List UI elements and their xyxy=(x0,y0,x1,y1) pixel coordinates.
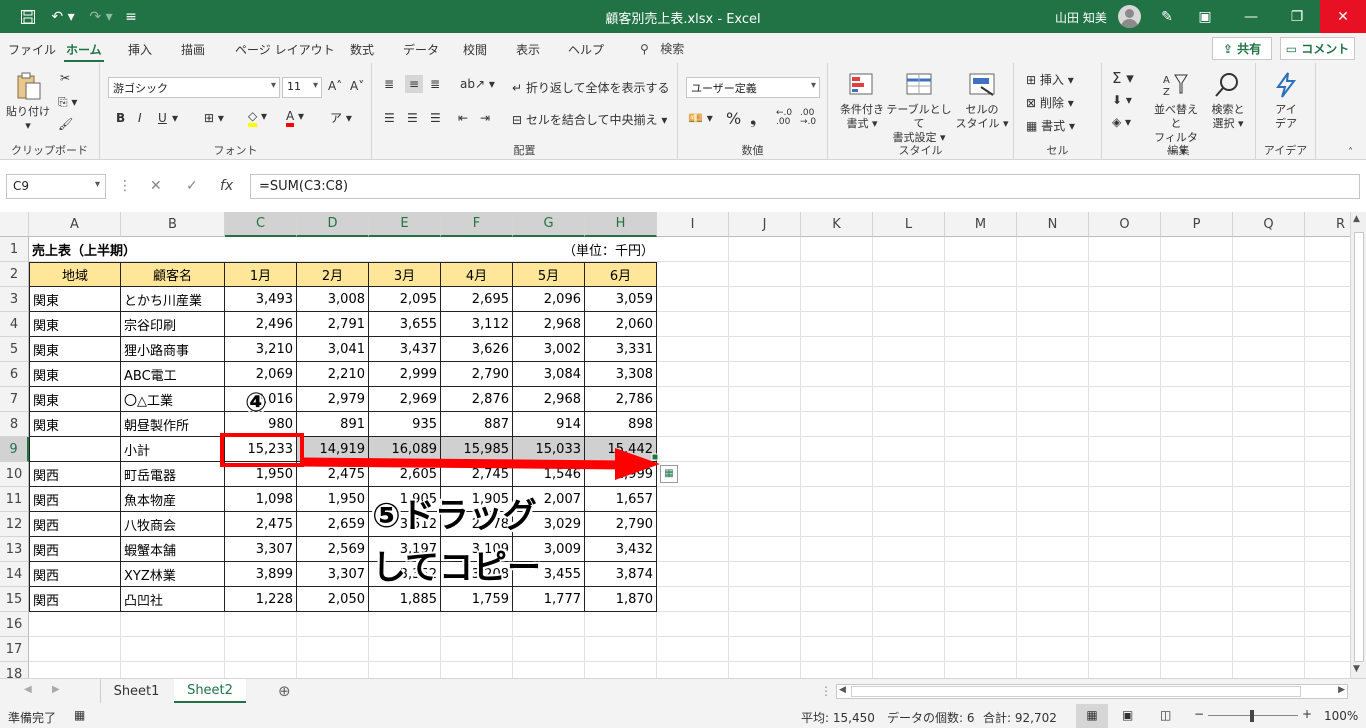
scroll-left-icon[interactable]: ◀ xyxy=(839,685,846,695)
autofill-options-icon[interactable]: ▦ xyxy=(660,465,678,483)
drag-arrow-shaft xyxy=(301,457,626,470)
step4-annotation: ④ xyxy=(245,388,268,418)
macro-record-icon[interactable]: ▦ xyxy=(74,708,85,722)
sum-status: 合計: 92,702 xyxy=(983,711,1057,725)
zoom-in-icon[interactable]: + xyxy=(1302,707,1312,721)
page-break-view-icon[interactable]: ◫ xyxy=(1160,708,1171,722)
ready-status: 準備完了 xyxy=(8,711,57,725)
zoom-slider-thumb[interactable] xyxy=(1250,710,1254,722)
tab-split-handle[interactable]: ⋮ xyxy=(820,684,832,698)
next-sheet-icon[interactable]: ▶ xyxy=(52,684,60,695)
sheet-tab-sheet1[interactable]: Sheet1 xyxy=(100,679,172,703)
prev-sheet-icon[interactable]: ◀ xyxy=(24,684,32,695)
status-bar: 準備完了 ▦ 平均: 15,450 データの個数: 6 合計: 92,702 ▦… xyxy=(0,704,1366,728)
highlight-box xyxy=(220,433,304,467)
zoom-level[interactable]: 100% xyxy=(1324,709,1358,723)
sheet-tab-sheet2[interactable]: Sheet2 xyxy=(174,679,246,703)
horizontal-scrollbar[interactable]: ◀ ▶ xyxy=(836,684,1348,699)
page-layout-view-icon[interactable]: ▣ xyxy=(1122,708,1133,722)
annotation-layer xyxy=(220,433,660,480)
count-status: データの個数: 6 xyxy=(887,711,975,725)
step5-annotation-line1: ⑤ドラッグ xyxy=(372,496,537,536)
normal-view-icon[interactable]: ▦ xyxy=(1076,704,1108,728)
average-status: 平均: 15,450 xyxy=(801,711,875,725)
step5-annotation-line2: してコピー xyxy=(372,548,541,588)
zoom-out-icon[interactable]: − xyxy=(1194,707,1204,721)
fill-handle[interactable] xyxy=(651,453,659,461)
add-sheet-icon[interactable]: ⊕ xyxy=(278,682,291,700)
scroll-right-icon[interactable]: ▶ xyxy=(1338,685,1345,695)
drag-arrow-head xyxy=(615,448,660,480)
sheet-tab-bar: ◀ ▶ Sheet1 Sheet2 ⊕ ⋮ ◀ ▶ xyxy=(0,678,1366,704)
horizontal-scroll-thumb[interactable] xyxy=(851,686,1301,697)
